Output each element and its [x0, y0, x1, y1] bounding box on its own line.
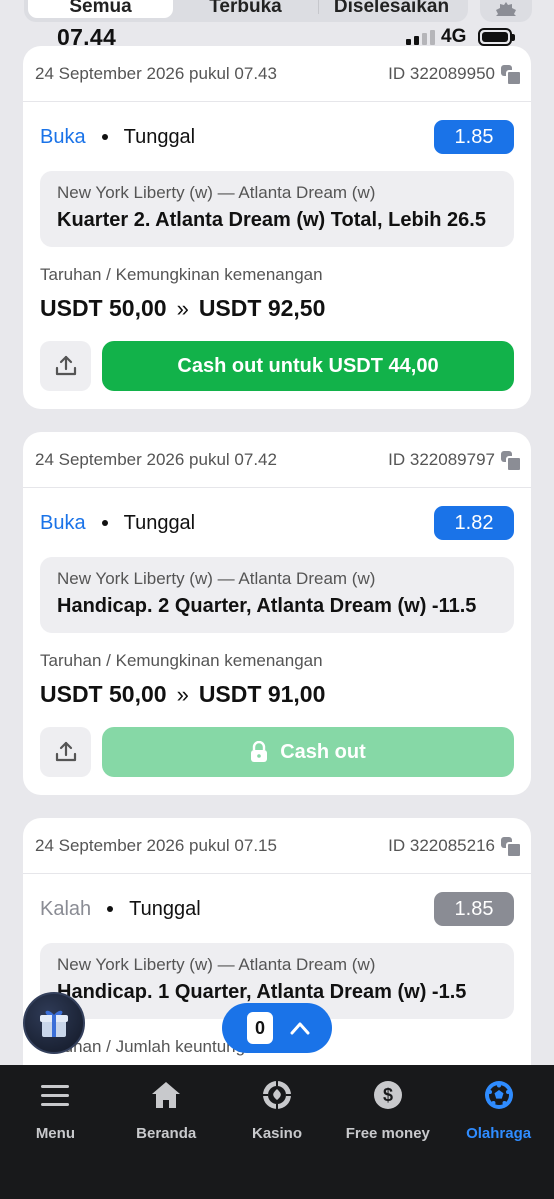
bet-card: 24 September 2026 pukul 07.42 ID 3220897… — [23, 432, 531, 795]
stake-amounts: USDT 50,00 » USDT 91,00 — [40, 681, 325, 708]
tab-terbuka[interactable]: Terbuka — [173, 0, 318, 18]
bet-actions: Cash out untuk USDT 44,00 — [40, 341, 514, 391]
dollar-coin-icon: $ — [372, 1079, 404, 1111]
bet-date: 24 September 2026 pukul 07.15 — [35, 835, 277, 855]
bet-slip-count: 0 — [247, 1012, 273, 1044]
payout-amount: USDT 92,50 — [198, 295, 326, 321]
home-icon — [150, 1079, 182, 1111]
casino-chip-icon — [261, 1079, 293, 1111]
separator-dot — [101, 520, 108, 526]
bet-type: Tunggal — [123, 511, 196, 534]
match-name: New York Liberty (w) — Atlanta Dream (w) — [57, 183, 376, 202]
stake-label: Taruhan / Kemungkinan kemenangan — [40, 265, 323, 284]
bottom-navigation: Menu Beranda Kasino $ Free money Olahrag… — [0, 1065, 554, 1199]
cashout-label: Cash out untuk USDT 44,00 — [177, 354, 439, 377]
share-icon — [55, 741, 76, 762]
tab-semua[interactable]: Semua — [28, 0, 173, 18]
bet-type-row: Kalah Tunggal 1.85 — [40, 892, 514, 926]
nav-beranda[interactable]: Beranda — [111, 1065, 222, 1199]
stake-amount: USDT 50,00 — [40, 681, 167, 707]
bet-id[interactable]: ID 322089950 — [388, 63, 522, 86]
cashout-label: Cash out — [280, 740, 366, 763]
double-chevron-right-icon: » — [176, 681, 189, 707]
bet-id[interactable]: ID 322089797 — [388, 449, 522, 472]
soccer-ball-icon — [483, 1079, 515, 1111]
bet-filter-tabs: Semua Terbuka Diselesaikan — [24, 0, 468, 22]
nav-free-money[interactable]: $ Free money — [332, 1065, 443, 1199]
separator-dot — [107, 906, 114, 912]
event-box: New York Liberty (w) — Atlanta Dream (w)… — [40, 171, 514, 247]
copy-icon[interactable] — [501, 64, 522, 86]
double-chevron-right-icon: » — [176, 295, 189, 321]
share-icon — [55, 355, 76, 376]
share-button[interactable] — [40, 727, 91, 777]
tab-label: Diselesaikan — [333, 0, 450, 17]
bet-id-text: ID 322089950 — [388, 63, 495, 83]
menu-icon — [39, 1079, 71, 1111]
gift-bonus-button[interactable] — [23, 992, 85, 1054]
bet-type: Tunggal — [129, 897, 201, 920]
tab-diselesaikan[interactable]: Diselesaikan — [319, 0, 464, 18]
bet-id[interactable]: ID 322085216 — [388, 835, 522, 858]
bet-card-header: 24 September 2026 pukul 07.43 ID 3220899… — [23, 46, 531, 102]
bet-id-text: ID 322085216 — [388, 835, 495, 855]
stake-amounts: USDT 50,00 » USDT 92,50 — [40, 295, 325, 322]
market-selection: Kuarter 2. Atlanta Dream (w) Total, Lebi… — [57, 209, 486, 231]
bet-card-header: 24 September 2026 pukul 07.42 ID 3220897… — [23, 432, 531, 488]
odds-badge: 1.85 — [434, 120, 514, 154]
bet-status: Kalah — [40, 897, 92, 920]
bet-card: 24 September 2026 pukul 07.43 ID 3220899… — [23, 46, 531, 409]
bet-slip-button[interactable]: 0 — [222, 1003, 332, 1053]
tab-label: Semua — [69, 0, 132, 17]
nav-kasino[interactable]: Kasino — [222, 1065, 333, 1199]
gift-icon — [40, 1010, 68, 1037]
nav-label: Free money — [345, 1125, 430, 1142]
odds-badge: 1.85 — [434, 892, 514, 926]
bet-type-row: Buka Tunggal 1.85 — [40, 120, 514, 154]
stake-label: Taruhan / Kemungkinan kemenangan — [40, 651, 323, 670]
copy-icon[interactable] — [501, 450, 522, 472]
nav-label: Menu — [35, 1125, 75, 1142]
gear-icon — [496, 2, 516, 16]
chevron-up-icon — [290, 1022, 310, 1035]
settings-button[interactable] — [480, 0, 532, 22]
lock-icon — [251, 741, 268, 762]
bet-date: 24 September 2026 pukul 07.42 — [35, 449, 277, 469]
payout-amount: USDT 91,00 — [198, 681, 326, 707]
nav-menu[interactable]: Menu — [0, 1065, 111, 1199]
stake-amount: USDT 50,00 — [40, 295, 167, 321]
tab-label: Terbuka — [209, 0, 282, 17]
market-selection: Handicap. 1 Quarter, Atlanta Dream (w) -… — [57, 981, 467, 1003]
nav-olahraga[interactable]: Olahraga — [443, 1065, 554, 1199]
market-selection: Handicap. 2 Quarter, Atlanta Dream (w) -… — [57, 595, 477, 617]
share-button[interactable] — [40, 341, 91, 391]
cashout-button[interactable]: Cash out untuk USDT 44,00 — [102, 341, 514, 391]
signal-icon — [406, 29, 435, 45]
odds-badge: 1.82 — [434, 506, 514, 540]
nav-label: Olahraga — [466, 1125, 532, 1142]
bet-date: 24 September 2026 pukul 07.43 — [35, 63, 277, 83]
match-name: New York Liberty (w) — Atlanta Dream (w) — [57, 569, 376, 588]
network-type: 4G — [441, 26, 467, 47]
nav-label: Beranda — [136, 1125, 197, 1142]
svg-text:$: $ — [383, 1085, 393, 1105]
bet-type: Tunggal — [123, 125, 196, 148]
copy-icon[interactable] — [501, 836, 522, 858]
bet-card-header: 24 September 2026 pukul 07.15 ID 3220852… — [23, 818, 531, 874]
bet-id-text: ID 322089797 — [388, 449, 495, 469]
nav-label: Kasino — [251, 1125, 302, 1142]
separator-dot — [101, 134, 108, 140]
battery-icon — [478, 28, 515, 46]
bet-type-row: Buka Tunggal 1.82 — [40, 506, 514, 540]
event-box: New York Liberty (w) — Atlanta Dream (w)… — [40, 557, 514, 633]
match-name: New York Liberty (w) — Atlanta Dream (w) — [57, 955, 376, 974]
bet-status: Buka — [40, 511, 86, 534]
bet-status: Buka — [40, 125, 86, 148]
bet-actions: Cash out — [40, 727, 514, 777]
cashout-button-disabled[interactable]: Cash out — [102, 727, 514, 777]
